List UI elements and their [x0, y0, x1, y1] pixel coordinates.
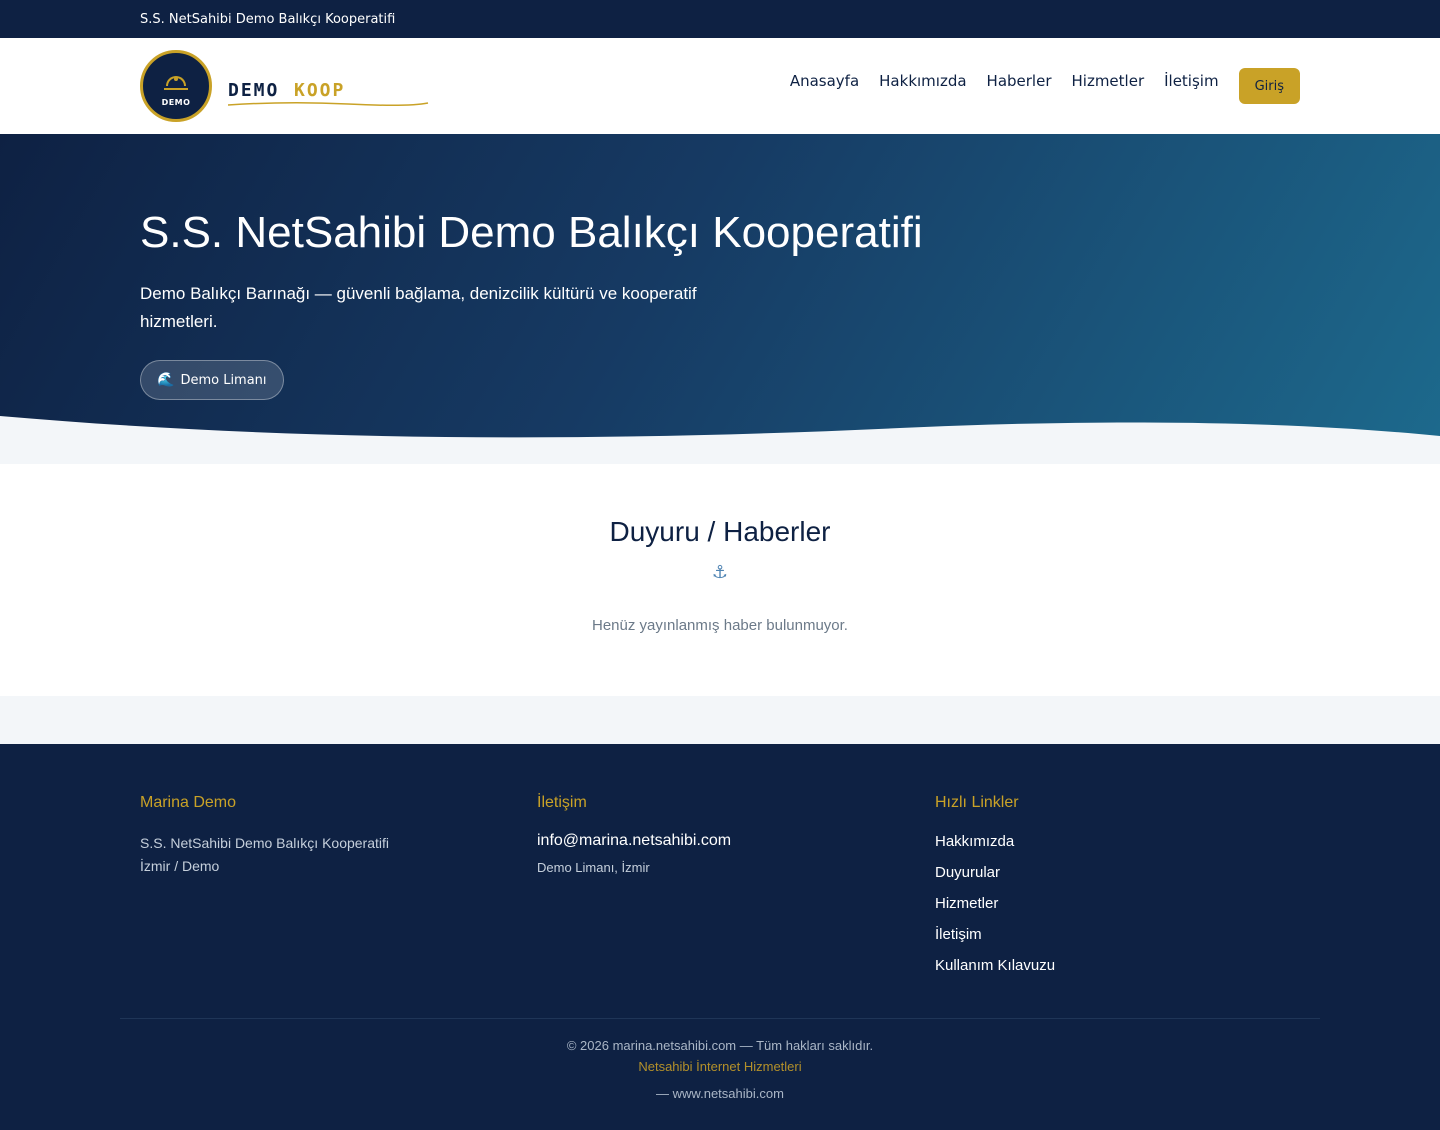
nav-hizmetler[interactable]: Hizmetler	[1072, 72, 1145, 90]
nav-haberler[interactable]: Haberler	[987, 72, 1052, 90]
login-button[interactable]: Giriş	[1238, 68, 1300, 104]
footer-link-kilavuz[interactable]: Kullanım Kılavuzu	[935, 956, 1055, 975]
footer-about-title: Marina Demo	[140, 794, 237, 811]
footer-company-link[interactable]: Netsahibi İnternet Hizmetleri	[0, 1059, 1440, 1074]
logo-dot-icon	[174, 77, 178, 81]
main-nav: Anasayfa Hakkımızda Haberler Hizmetler İ…	[770, 38, 1300, 134]
footer-about-line1: S.S. NetSahibi Demo Balıkçı Kooperatifi	[140, 835, 390, 851]
footer-contact-title: İletişim	[537, 794, 587, 811]
footer-link-duyurular[interactable]: Duyurular	[935, 863, 1055, 882]
footer-link-hakkimizda[interactable]: Hakkımızda	[935, 832, 1055, 851]
demo-harbor-pill[interactable]: 🌊 Demo Limanı	[140, 360, 284, 400]
anchor-icon: ⚓	[711, 562, 729, 583]
logo[interactable]: DEMO DEMO KOOP	[140, 50, 429, 122]
hero-section: S.S. NetSahibi Demo Balıkçı Kooperatifi …	[0, 134, 1440, 464]
news-empty-message: Henüz yayınlanmış haber bulunmuyor.	[592, 617, 848, 634]
logo-wordmark: DEMO KOOP	[228, 66, 429, 107]
logo-word-primary: DEMO	[228, 80, 280, 101]
logo-badge-text: DEMO	[161, 97, 191, 107]
hero-title: S.S. NetSahibi Demo Balıkçı Kooperatifi	[140, 208, 923, 257]
nav-hakkimizda[interactable]: Hakkımızda	[879, 72, 966, 90]
top-bar-text: S.S. NetSahibi Demo Balıkçı Kooperatifi	[140, 11, 396, 27]
footer-col-about: Marina Demo S.S. NetSahibi Demo Balıkçı …	[140, 794, 389, 878]
footer-links-title: Hızlı Linkler	[935, 794, 1019, 811]
footer-bottom: © 2026 marina.netsahibi.com — Tüm haklar…	[0, 1038, 1440, 1101]
footer-copyright: © 2026 marina.netsahibi.com — Tüm haklar…	[566, 1038, 874, 1053]
footer-address: Demo Limanı, İzmir	[537, 860, 650, 875]
footer-site: — www.netsahibi.com	[656, 1086, 784, 1101]
nav-iletisim[interactable]: İletişim	[1164, 72, 1218, 90]
logo-badge: DEMO	[140, 50, 212, 122]
logo-word-accent: KOOP	[294, 80, 346, 101]
footer-link-hizmetler[interactable]: Hizmetler	[935, 894, 1055, 913]
hero-wave-divider	[0, 416, 1440, 464]
news-section: Duyuru / Haberler ⚓ Henüz yayınlanmış ha…	[0, 464, 1440, 696]
footer-col-links: Hızlı Linkler Hakkımızda Duyurular Hizme…	[935, 794, 1055, 987]
footer-col-contact: İletişim info@marina.netsahibi.com Demo …	[537, 794, 731, 875]
footer-divider	[120, 1018, 1320, 1019]
hero-subtitle: Demo Balıkçı Barınağı — güvenli bağlama,…	[140, 284, 697, 331]
demo-harbor-pill-label: Demo Limanı	[180, 372, 267, 388]
footer-link-iletisim[interactable]: İletişim	[935, 925, 1055, 944]
nav-anasayfa[interactable]: Anasayfa	[790, 72, 859, 90]
logo-underline-icon	[228, 101, 429, 107]
site-footer: Marina Demo S.S. NetSahibi Demo Balıkçı …	[0, 744, 1440, 1130]
site-header: DEMO DEMO KOOP Anasayfa Hakkımızda Haber…	[0, 38, 1440, 134]
footer-about-line2: İzmir / Demo	[140, 858, 220, 874]
top-bar: S.S. NetSahibi Demo Balıkçı Kooperatifi	[0, 0, 1440, 38]
news-title: Duyuru / Haberler	[609, 516, 831, 547]
section-spacer	[0, 696, 1440, 744]
logo-base-icon	[164, 87, 188, 90]
wave-icon: 🌊	[157, 372, 175, 388]
footer-email-link[interactable]: info@marina.netsahibi.com	[537, 832, 731, 850]
